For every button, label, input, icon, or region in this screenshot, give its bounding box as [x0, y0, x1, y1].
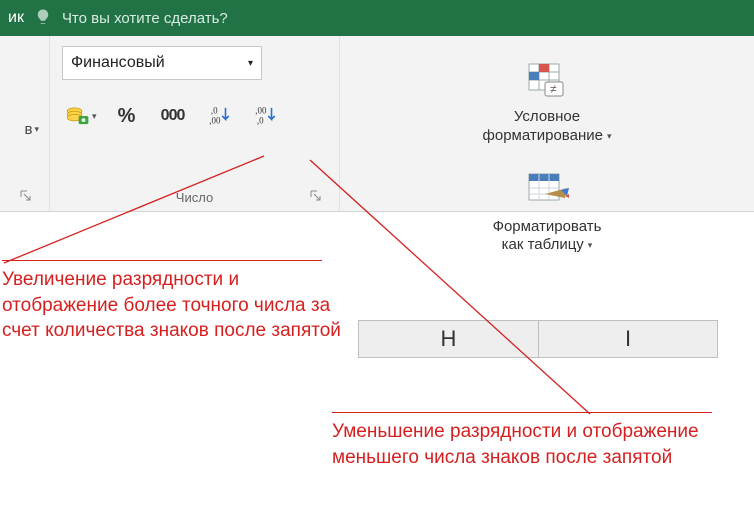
- increase-decimal-button[interactable]: ,0 ,00: [203, 100, 235, 132]
- format-as-table-button[interactable]: Форматировать как таблицу ▾: [350, 152, 744, 256]
- annotation-decrease-text: Уменьшение разрядности и отображение мен…: [332, 419, 732, 470]
- annotation-decrease-decimal: Уменьшение разрядности и отображение мен…: [332, 412, 732, 470]
- svg-text:,0: ,0: [210, 106, 217, 116]
- conditional-formatting-icon: ≠: [523, 56, 571, 104]
- conditional-formatting-button[interactable]: ≠ Условное форматирование ▾: [350, 42, 744, 146]
- decrease-decimal-button[interactable]: ,00 ,0: [249, 100, 281, 132]
- tell-me-input[interactable]: Что вы хотите сделать?: [62, 10, 228, 27]
- thousands-icon: 000: [161, 107, 185, 125]
- partial-dropdown[interactable]: в▾: [5, 116, 39, 142]
- ribbon-group-partial: в▾: [0, 36, 50, 211]
- dialog-launcher-icon[interactable]: [309, 189, 323, 203]
- column-header-h[interactable]: H: [358, 320, 538, 358]
- column-headers: H I: [358, 320, 754, 358]
- percent-icon: %: [118, 105, 136, 128]
- dialog-launcher-icon[interactable]: [19, 189, 33, 203]
- title-bar: ик Что вы хотите сделать?: [0, 0, 754, 36]
- accounting-format-button[interactable]: ▾: [64, 100, 97, 132]
- ribbon-group-styles: ≠ Условное форматирование ▾: [340, 36, 754, 211]
- ribbon-group-number: Финансовый ▾ ▾ %: [50, 36, 340, 211]
- tab-fragment: ик: [8, 9, 24, 27]
- chevron-down-icon: ▾: [92, 111, 97, 122]
- ribbon: в▾ Финансовый ▾: [0, 36, 754, 212]
- number-format-combo[interactable]: Финансовый ▾: [62, 46, 262, 80]
- chevron-down-icon: ▾: [248, 58, 253, 69]
- lightbulb-icon: [34, 8, 52, 29]
- svg-text:,00: ,00: [209, 115, 221, 125]
- chevron-down-icon: ▾: [588, 240, 593, 251]
- conditional-formatting-label-1: Условное: [514, 108, 580, 127]
- svg-text:,00: ,00: [255, 106, 267, 116]
- annotation-increase-text: Увеличение разрядности и отображение бол…: [2, 267, 342, 344]
- number-format-value: Финансовый: [71, 54, 165, 72]
- comma-style-button[interactable]: 000: [157, 100, 189, 132]
- format-as-table-label-1: Форматировать: [493, 218, 602, 237]
- format-as-table-label-2: как таблицу: [502, 236, 584, 255]
- svg-text:≠: ≠: [550, 82, 557, 96]
- format-as-table-icon: [523, 166, 571, 214]
- percent-style-button[interactable]: %: [111, 100, 143, 132]
- group-label-number: Число: [176, 190, 213, 205]
- chevron-down-icon: ▾: [607, 131, 612, 142]
- conditional-formatting-label-2: форматирование: [483, 127, 603, 146]
- svg-text:,0: ,0: [256, 115, 263, 125]
- column-header-i[interactable]: I: [538, 320, 718, 358]
- annotation-increase-decimal: Увеличение разрядности и отображение бол…: [2, 260, 342, 344]
